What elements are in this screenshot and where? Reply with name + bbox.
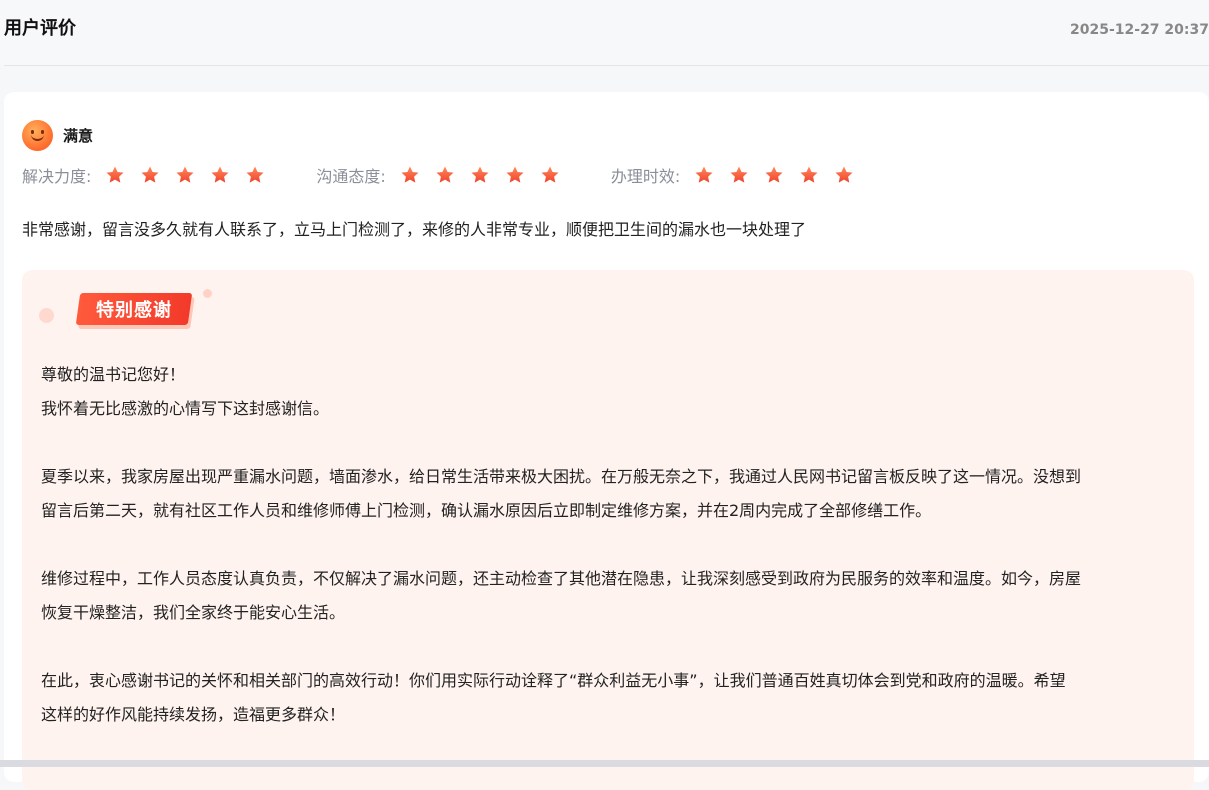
score-list: 解决力度: 沟通态度: 办理时效: [22,162,905,188]
review-comment: 非常感谢，留言没多久就有人联系了，立马上门检测了，来修的人非常专业，顺便把卫生间… [22,220,807,239]
smile-face-icon [22,119,53,151]
letter-line: 在此，衷心感谢书记的关怀和相关部门的高效行动！你们用实际行动诠释了“群众利益无小… [41,671,1066,690]
decor-dot [203,289,212,298]
score-label: 办理时效: [610,167,681,186]
letter-line: 这样的好作风能持续发扬，造福更多群众！ [41,705,346,724]
star-icon [400,165,420,185]
letter-line: 恢复干燥整洁，我们全家终于能安心生活。 [41,603,346,622]
thank-you-letter: 特别感谢 尊敬的温书记您好！ 我怀着无比感激的心情写下这封感谢信。 夏季以来，我… [22,270,1194,790]
star-icon [245,165,265,185]
star-icon [505,165,525,185]
star-icon [435,165,455,185]
bottom-scrollbar[interactable] [0,760,1209,767]
star-icon [470,165,490,185]
decor-dot [39,308,54,323]
letter-body: 尊敬的温书记您好！ 我怀着无比感激的心情写下这封感谢信。 夏季以来，我家房屋出现… [41,358,1181,732]
letter-line: 我怀着无比感激的心情写下这封感谢信。 [41,399,330,418]
letter-line: 留言后第二天，就有社区工作人员和维修师傅上门检测，确认漏水原因后立即制定维修方案… [41,501,932,520]
timestamp: 2025-12-27 20:37 [1070,22,1209,38]
star-rating [105,165,280,185]
page-header: 用户评价 2025-12-27 20:37 [0,0,1209,66]
star-icon [175,165,195,185]
star-icon [140,165,160,185]
star-icon [105,165,125,185]
letter-line: 夏季以来，我家房屋出现严重漏水问题，墙面渗水，给日常生活带来极大困扰。在万般无奈… [41,467,1082,486]
overall-rating: 满意 [22,119,93,151]
score-communication: 沟通态度: [316,163,574,187]
special-thanks-badge: 特别感谢 [75,293,193,325]
badge-label: 特别感谢 [96,300,172,321]
letter-line: 尊敬的温书记您好！ [41,365,186,384]
score-timeliness: 办理时效: [611,163,869,187]
star-rating [400,165,575,185]
star-icon [729,165,749,185]
review-card: 满意 解决力度: 沟通态度: 办理时效: 非常感谢，留言没多久就有人联系了，立马… [4,92,1209,790]
score-label: 解决力度: [22,167,92,186]
score-label: 沟通态度: [316,167,386,186]
page-title: 用户评价 [4,18,76,39]
star-icon [834,165,854,185]
star-icon [799,165,819,185]
header-divider [4,65,1209,66]
star-rating [694,165,869,185]
score-resolution: 解决力度: [22,163,280,187]
star-icon [540,165,560,185]
star-icon [764,165,784,185]
star-icon [694,165,714,185]
rating-label: 满意 [63,126,94,145]
letter-line: 维修过程中，工作人员态度认真负责，不仅解决了漏水问题，还主动检查了其他潜在隐患，… [41,569,1082,588]
star-icon [210,165,230,185]
